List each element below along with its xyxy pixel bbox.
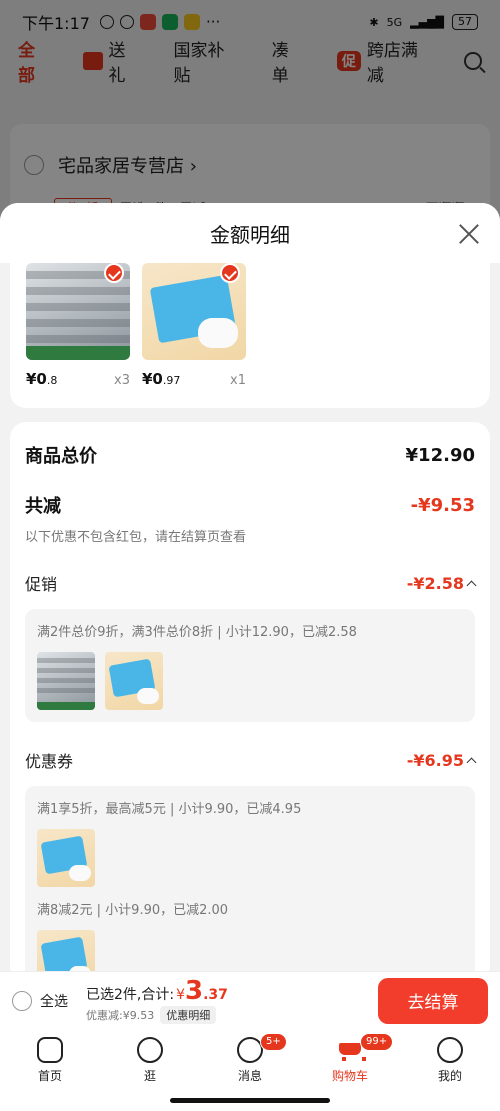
total-currency: ¥ [176, 986, 185, 1003]
tab-home-label: 首页 [37, 1069, 62, 1083]
amount-detail-sheet: 金额明细 ¥0.8 x3 ¥0.97 x1 商品总价 ¥12.90 共减 -¥9… [0, 203, 500, 971]
product-item[interactable]: ¥0.97 x1 [142, 263, 246, 408]
total-amount-integer: 3 [185, 975, 204, 1006]
tab-profile[interactable]: 我的 [400, 1037, 500, 1111]
promo-detail-text: 满2件总价9折，满3件总价8折 | 小计12.90，已减2.58 [37, 625, 357, 640]
dim-overlay[interactable] [0, 0, 500, 230]
sheet-header: 金额明细 [0, 203, 500, 263]
tab-cart-label: 购物车 [331, 1069, 368, 1083]
cart-badge: 99+ [360, 1033, 394, 1051]
checkout-totals: 已选2件,合计: ¥ 3 .37 优惠减:¥9.53 优惠明细 [86, 978, 228, 1024]
chevron-up-icon[interactable] [466, 580, 477, 590]
product-image-soap [142, 263, 246, 360]
select-all-radio[interactable] [12, 990, 32, 1011]
total-price-label: 商品总价 [25, 446, 97, 467]
checkout-bar: 全选 已选2件,合计: ¥ 3 .37 优惠减:¥9.53 优惠明细 去结算 [0, 971, 500, 1029]
browse-icon [137, 1037, 163, 1063]
discount-amount-text: 优惠减:¥9.53 [86, 1008, 155, 1022]
coupon-thumb-soap [37, 930, 95, 971]
tab-profile-label: 我的 [437, 1069, 462, 1083]
amount-summary-card: 商品总价 ¥12.90 共减 -¥9.53 以下优惠不包含红包，请在结算页查看 … [10, 422, 490, 971]
coupon-thumb-soap [37, 829, 95, 887]
tab-home[interactable]: 首页 [0, 1037, 100, 1111]
item-quantity: x1 [230, 373, 246, 388]
coupon-row[interactable]: 优惠券 -¥6.95 [25, 748, 477, 772]
selected-check-icon[interactable] [104, 263, 124, 283]
item-price: ¥0.8 [26, 370, 58, 388]
promo-detail-box: 满2件总价9折，满3件总价8折 | 小计12.90，已减2.58 [25, 609, 475, 722]
total-discount-value: -¥9.53 [410, 494, 475, 516]
promo-thumb-soap [105, 652, 163, 710]
product-image-cleaning-cloth [26, 263, 130, 360]
coupon-value-wrap: -¥6.95 [406, 750, 477, 770]
sheet-title: 金额明细 [210, 222, 290, 247]
selected-items-card: ¥0.8 x3 ¥0.97 x1 [10, 263, 490, 408]
item-quantity: x3 [114, 373, 130, 388]
total-amount-decimal: .37 [203, 986, 228, 1003]
coupon-label: 优惠券 [25, 752, 74, 771]
coupon-value: -¥6.95 [406, 750, 464, 770]
total-discount-label: 共减 [25, 496, 61, 517]
promo-thumb-cleaning-cloth [37, 652, 95, 710]
close-icon[interactable] [458, 223, 480, 245]
checkout-button[interactable]: 去结算 [378, 977, 488, 1024]
message-badge: 5+ [260, 1033, 287, 1051]
discount-note: 以下优惠不包含红包，请在结算页查看 [25, 530, 247, 545]
promo-row[interactable]: 促销 -¥2.58 [25, 571, 477, 595]
profile-icon [437, 1037, 463, 1063]
total-price-value: ¥12.90 [405, 444, 475, 466]
home-icon [37, 1037, 63, 1063]
promo-value: -¥2.58 [406, 573, 464, 593]
bottom-tab-bar: 首页 逛 5+ 消息 99+ 购物车 我的 [0, 1029, 500, 1111]
selected-check-icon[interactable] [220, 263, 240, 283]
selected-count-text: 已选2件,合计: [86, 986, 175, 1003]
chevron-up-icon[interactable] [466, 757, 477, 767]
promo-label: 促销 [25, 575, 58, 594]
discount-detail-button[interactable]: 优惠明细 [160, 1005, 217, 1024]
coupon-detail-text-1: 满1享5折，最高减5元 | 小计9.90，已减4.95 [37, 802, 302, 817]
home-indicator [170, 1098, 330, 1103]
promo-value-wrap: -¥2.58 [406, 573, 477, 593]
tab-browse-label: 逛 [143, 1069, 156, 1083]
cart-page-background: 下午1:17 ··· ✱ 5G ▂▄▆█ 57 全部 送礼 国家补贴 凑单 促 … [0, 0, 500, 234]
item-price: ¥0.97 [142, 370, 181, 388]
tab-messages-label: 消息 [237, 1069, 262, 1083]
select-all-label[interactable]: 全选 [40, 991, 68, 1011]
product-item[interactable]: ¥0.8 x3 [26, 263, 130, 408]
coupon-detail-box: 满1享5折，最高减5元 | 小计9.90，已减4.95 满8减2元 | 小计9.… [25, 786, 475, 971]
coupon-detail-text-2: 满8减2元 | 小计9.90，已减2.00 [37, 903, 229, 918]
